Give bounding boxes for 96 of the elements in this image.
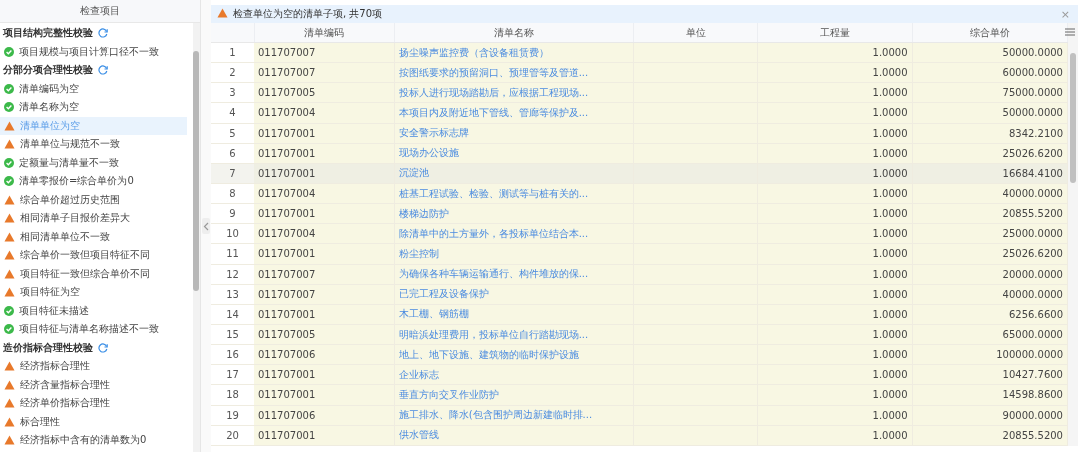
result-title: 检查单位为空的清单子项, 共70项 <box>233 7 384 21</box>
check-item[interactable]: 相同清单子目报价差异大 <box>0 209 187 228</box>
table-cell: 011707007 <box>254 42 395 63</box>
check-item[interactable]: 项目特征为空 <box>0 283 187 302</box>
scrollbar[interactable] <box>1068 23 1078 446</box>
warning-icon <box>4 194 15 205</box>
row-number: 20 <box>211 425 254 446</box>
table-cell: 011707004 <box>254 223 395 244</box>
menu-icon[interactable] <box>1065 28 1075 36</box>
row-number: 5 <box>211 123 254 144</box>
warning-icon <box>4 361 15 372</box>
row-number: 18 <box>211 384 254 406</box>
check-item[interactable]: 清单零报价=综合单价为0 <box>0 172 187 191</box>
row-number: 8 <box>211 183 254 204</box>
table-cell: 011707006 <box>254 405 395 426</box>
group-title: 分部分项合理性校验 <box>3 63 93 78</box>
row-number: 14 <box>211 304 254 325</box>
check-item[interactable]: 经济指标中含有的清单数为0 <box>0 431 187 450</box>
warning-icon <box>4 416 15 427</box>
row-number: 1 <box>211 42 254 63</box>
group-title: 造价指标合理性校验 <box>3 340 93 355</box>
check-icon <box>4 305 14 316</box>
check-icon <box>4 324 14 335</box>
table-cell: 011707007 <box>254 62 395 83</box>
row-number: 16 <box>211 344 254 365</box>
warning-icon <box>4 250 15 261</box>
check-item[interactable]: 项目特征与清单名称描述不一致 <box>0 320 187 339</box>
row-number: 4 <box>211 102 254 124</box>
table-cell: 011707004 <box>254 183 395 204</box>
check-icon <box>4 176 14 187</box>
check-icon <box>4 83 14 94</box>
check-item[interactable]: 经济含量指标合理性 <box>0 375 187 394</box>
row-number: 2 <box>211 62 254 83</box>
panel-header: 检查项目 <box>0 0 200 23</box>
check-icon <box>4 102 14 113</box>
warning-icon <box>4 120 15 131</box>
collapse-handle[interactable] <box>202 218 210 234</box>
row-number: 10 <box>211 223 254 244</box>
column-header[interactable]: 工程量 <box>757 23 912 43</box>
column-header[interactable]: 清单名称 <box>394 23 634 43</box>
check-item[interactable]: 综合单价一致但项目特征不同 <box>0 246 187 265</box>
column-header[interactable]: 单位 <box>633 23 758 43</box>
check-item[interactable]: 标合理性 <box>0 412 187 431</box>
check-item[interactable]: 定额量与清单量不一致 <box>0 153 187 172</box>
table-cell: 011707001 <box>254 364 395 385</box>
warning-icon <box>4 139 15 150</box>
row-number: 12 <box>211 264 254 285</box>
table-cell: 011707004 <box>254 102 395 124</box>
table-cell: 011707001 <box>254 425 395 446</box>
table-cell: 011707005 <box>254 82 395 103</box>
check-item[interactable]: 清单编码为空 <box>0 79 187 98</box>
row-number: 7 <box>211 163 254 184</box>
refresh-icon[interactable] <box>98 342 108 353</box>
row-number: 3 <box>211 82 254 103</box>
table-cell: 011707001 <box>254 163 395 184</box>
check-item[interactable]: 清单名称为空 <box>0 98 187 117</box>
check-item[interactable]: 经济单价指标合理性 <box>0 394 187 413</box>
warning-icon <box>4 268 15 279</box>
table-cell: 011707007 <box>254 264 395 285</box>
check-item[interactable]: 项目规模与项目计算口径不一致 <box>0 42 187 61</box>
warning-icon <box>4 379 15 390</box>
check-item[interactable]: 综合单价超过历史范围 <box>0 190 187 209</box>
refresh-icon[interactable] <box>98 65 108 76</box>
table-cell: 011707005 <box>254 324 395 345</box>
warning-icon <box>217 8 228 18</box>
table-cell: 011707007 <box>254 284 395 305</box>
warning-icon <box>4 398 15 409</box>
check-item[interactable]: 经济指标合理性 <box>0 357 187 376</box>
table-cell: 011707001 <box>254 384 395 406</box>
row-number: 19 <box>211 405 254 426</box>
row-number: 11 <box>211 243 254 265</box>
warning-icon <box>4 213 15 224</box>
column-header[interactable]: 清单编码 <box>254 23 395 43</box>
check-icon <box>4 46 14 57</box>
refresh-icon[interactable] <box>98 28 108 39</box>
check-item[interactable]: 相同清单单位不一致 <box>0 227 187 246</box>
row-number: 13 <box>211 284 254 305</box>
check-icon <box>4 157 14 168</box>
table-cell: 011707001 <box>254 123 395 144</box>
table-cell: 011707001 <box>254 143 395 164</box>
row-number: 15 <box>211 324 254 345</box>
check-item[interactable]: 项目特征未描述 <box>0 301 187 320</box>
group-title: 项目结构完整性校验 <box>3 26 93 41</box>
table-cell: 011707001 <box>254 304 395 325</box>
check-item[interactable]: 项目特征一致但综合单价不同 <box>0 264 187 283</box>
table-cell: 011707006 <box>254 344 395 365</box>
warning-icon <box>4 287 15 298</box>
warning-icon <box>4 435 15 446</box>
row-number: 17 <box>211 364 254 385</box>
table-cell: 011707001 <box>254 203 395 224</box>
check-item[interactable]: 清单单位与规范不一致 <box>0 135 187 154</box>
row-number: 9 <box>211 203 254 224</box>
table-cell: 011707001 <box>254 243 395 265</box>
scrollbar[interactable] <box>193 23 200 452</box>
warning-icon <box>4 231 15 242</box>
row-number: 6 <box>211 143 254 164</box>
